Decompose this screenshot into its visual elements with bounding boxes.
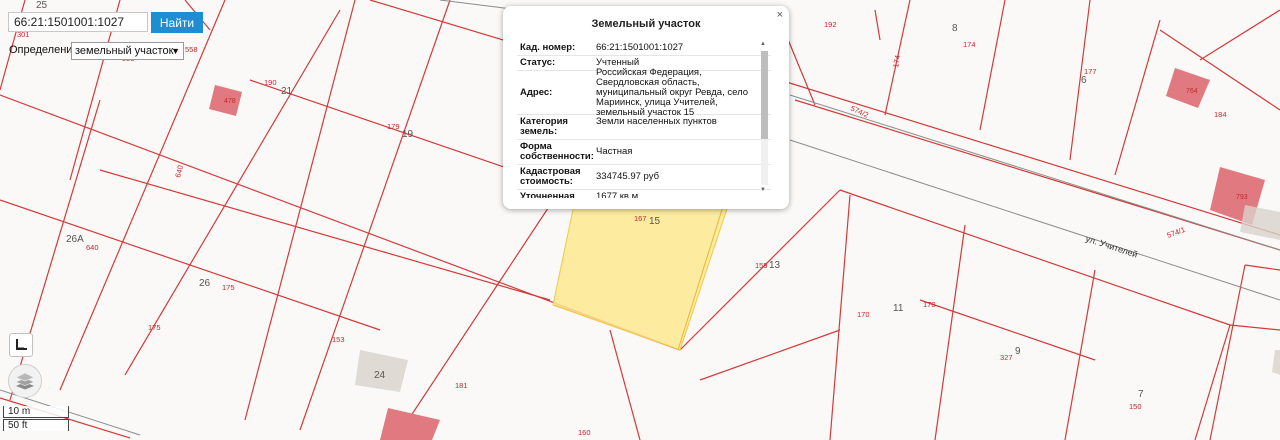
building-gray [1240,205,1280,240]
row-key: Адрес: [520,86,553,98]
row-value: Российская Федерация, Свердловская облас… [596,66,748,118]
parcel-number: 175 [148,323,161,332]
scroll-down-icon[interactable]: ▼ [760,187,766,193]
parcel-number: 150 [1129,402,1142,411]
row-value: Частная [596,146,633,157]
scale-metric: 10 m [3,406,69,418]
search-input[interactable] [8,12,148,32]
parcel-info-popup: Земельный участок × Кад. номер: 66:21:15… [503,6,789,209]
building [380,408,440,440]
parcel-number: 174 [963,40,976,49]
popup-row: Форма собственности: Частная [517,140,771,165]
row-key: Уточненная площадь: [520,191,575,199]
parcel-number: 574/1 [1166,225,1187,240]
parcel-number: 175 [222,283,235,292]
house-number: 19 [402,129,414,140]
scroll-thumb[interactable] [761,51,768,139]
scroll-up-icon[interactable]: ▲ [760,41,766,47]
house-number: 8 [952,23,958,34]
parcel-number: 558 [185,45,198,54]
building-number: 764 [1186,88,1198,95]
popup-row: Уточненная площадь: 1677 кв.м [517,190,771,199]
popup-title: Земельный участок [591,18,701,30]
definition-select[interactable]: земельный участок ▼ [71,42,184,60]
scale-imperial: 50 ft [3,419,69,431]
building-number: 793 [1236,194,1248,201]
row-key: Статус: [520,57,556,68]
layers-button[interactable] [8,364,42,398]
popup-row: Кад. номер: 66:21:1501001:1027 [517,41,771,56]
parcel-number: 640 [173,164,185,178]
house-number: 9 [1015,346,1021,357]
parcel-number: 184 [1214,110,1227,119]
parcel-number: 170 [857,310,870,319]
parcel-number: 159 [755,261,768,270]
parcel-number: 190 [264,78,277,87]
parcel-number: 327 [1000,353,1013,362]
popup-scrollbar[interactable]: ▲ ▼ [759,41,769,196]
parcel-number: 181 [455,381,468,390]
row-value: 66:21:1501001:1027 [596,42,684,53]
popup-table[interactable]: Кад. номер: 66:21:1501001:1027 Статус: У… [517,41,771,198]
ruler-icon [16,339,27,350]
row-value: Земли населенных пунктов [596,116,717,127]
parcel-number: 192 [824,20,837,29]
popup-row: Кадастровая стоимость: 334745.97 руб [517,165,771,190]
street-label: ул. Учителей [1084,233,1138,259]
definition-selected-value: земельный участок [75,45,174,57]
parcel-number: 153 [332,335,345,344]
parcel-number: 167 [634,214,647,223]
layers-icon [15,372,35,390]
house-number: 7 [1138,389,1144,400]
row-value: 1677 кв.м [596,191,639,199]
building-number: 478 [224,98,236,105]
parcel-number: 179 [387,122,400,131]
row-key: Категория земель: [520,116,568,137]
row-key: Форма собственности: [520,141,594,162]
house-number: 13 [769,260,781,271]
parcel-number: 174 [891,54,902,68]
parcel-number: 177 [1084,67,1097,76]
parcel-number: 160 [578,428,591,437]
row-key: Кадастровая стоимость: [520,166,581,187]
building-gray [1272,350,1280,375]
house-number: 26А [66,234,84,245]
house-number: 26 [199,278,211,289]
chevron-down-icon: ▼ [171,46,180,56]
popup-row: Категория земель: Земли населенных пункт… [517,115,771,140]
search-button[interactable]: Найти [151,12,203,33]
row-key: Кад. номер: [520,42,576,53]
parcel-number: 640 [86,243,99,252]
ruler-button[interactable] [9,333,33,357]
row-value: 334745.97 руб [596,171,660,182]
house-number: 6 [1081,75,1087,86]
parcel-number: 170 [923,300,936,309]
popup-row: Адрес: Российская Федерация, Свердловска… [517,66,771,118]
house-number: 11 [893,303,904,314]
house-number: 25 [36,0,48,11]
house-number: 15 [649,216,661,227]
close-icon[interactable]: × [777,9,783,21]
house-number: 24 [374,370,386,381]
house-number: 21 [281,86,293,97]
